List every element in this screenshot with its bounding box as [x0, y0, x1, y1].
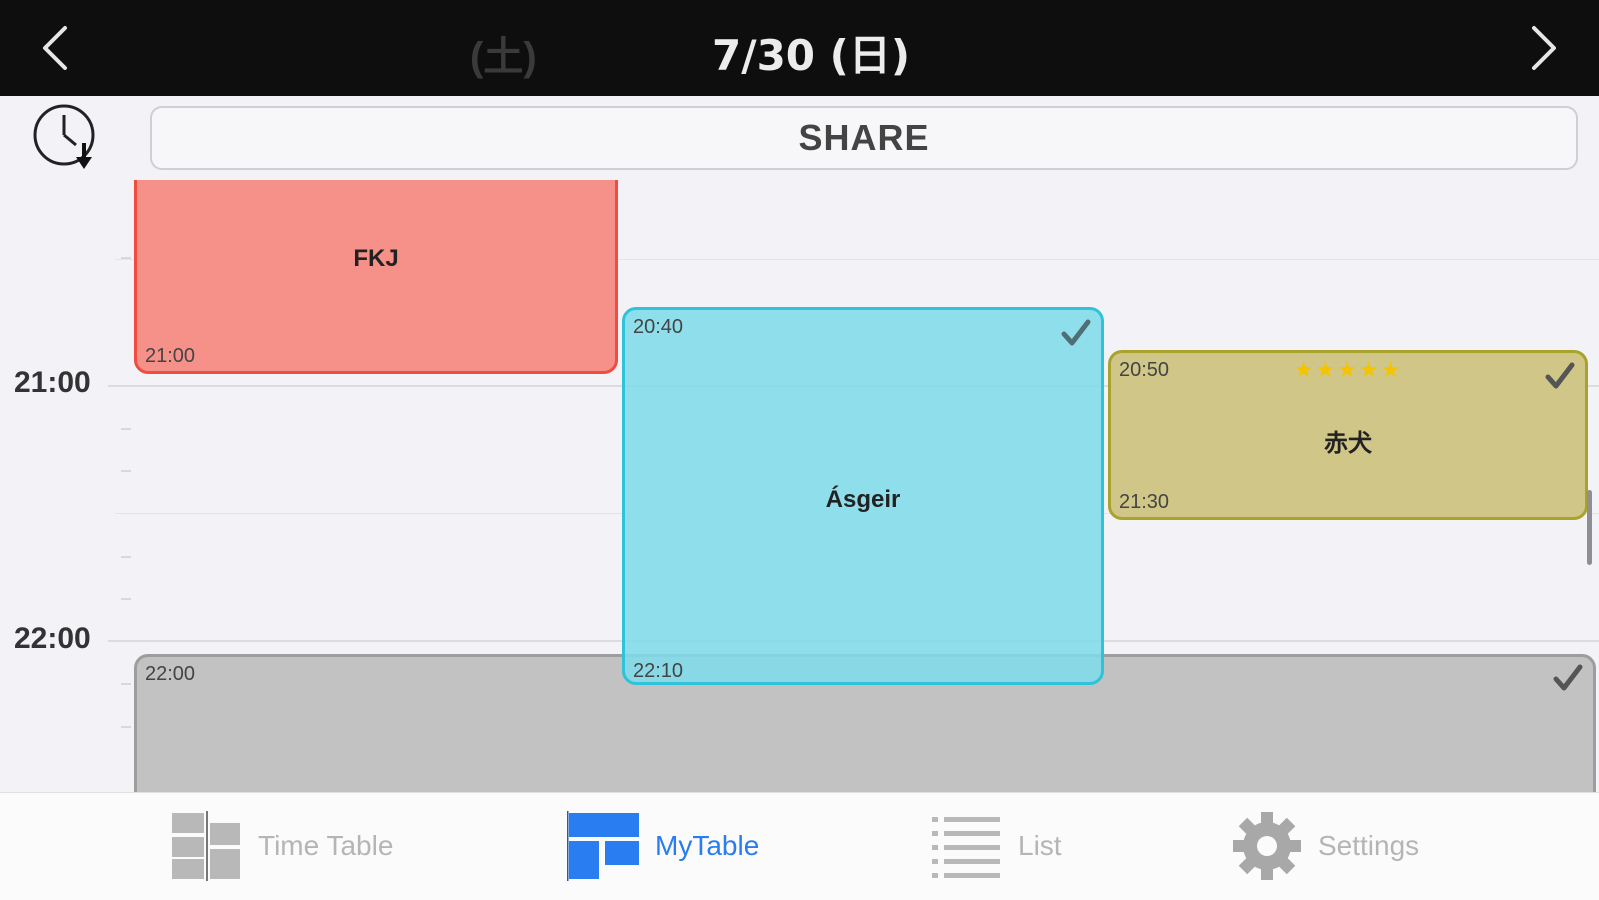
- tick-mark: [121, 428, 131, 430]
- tick-mark: [121, 726, 131, 728]
- event-start-time: 20:40: [633, 316, 684, 338]
- timetable-icon: [172, 811, 240, 881]
- tick-mark: [121, 683, 131, 685]
- event-start-time: 22:00: [145, 663, 196, 685]
- tick-mark: [121, 470, 131, 472]
- share-button[interactable]: SHARE: [150, 106, 1578, 170]
- tab-label: MyTable: [655, 830, 760, 861]
- clock-download-button[interactable]: [32, 103, 102, 173]
- tab-bar: Time Table MyTable List Settings: [0, 792, 1599, 900]
- tab-list[interactable]: List: [930, 811, 1062, 881]
- tick-mark: [121, 257, 131, 259]
- chevron-left-icon: [43, 26, 67, 70]
- page-title: 7/30 (日): [712, 31, 911, 80]
- check-icon: [1553, 664, 1583, 691]
- event-end-time: 21:00: [145, 345, 196, 367]
- tick-mark: [121, 556, 131, 558]
- list-icon: [932, 817, 1000, 878]
- event-name: FKJ: [353, 245, 399, 272]
- rating-stars: ★★★★★: [1293, 357, 1403, 382]
- mytable-screen: (土) 7/30 (日) SHARE 21:00 22:00 22:00 FKJ…: [0, 0, 1599, 900]
- clock-download-icon: [33, 104, 95, 169]
- event-block-fkj[interactable]: FKJ 21:00: [134, 180, 618, 374]
- tab-label: List: [1018, 830, 1062, 861]
- hour-label: 22:00: [14, 622, 91, 655]
- timeline[interactable]: 21:00 22:00 22:00 FKJ 21:00 20:40 Ásgeir…: [0, 180, 1599, 792]
- event-block-akainu[interactable]: 20:50 ★★★★★ 赤犬 21:30: [1108, 350, 1588, 520]
- event-name: 赤犬: [1324, 429, 1372, 457]
- tab-label: Settings: [1318, 830, 1420, 861]
- tab-mytable[interactable]: MyTable: [567, 811, 759, 881]
- chevron-right-icon: [1532, 26, 1556, 70]
- check-icon: [1061, 319, 1091, 346]
- check-icon: [1545, 362, 1575, 389]
- event-name: Ásgeir: [825, 486, 901, 513]
- event-block-asgeir[interactable]: 20:40 Ásgeir 22:10: [622, 307, 1104, 685]
- event-end-time: 22:10: [633, 660, 684, 682]
- previous-day-label: (土): [470, 35, 537, 79]
- previous-day-button[interactable]: [34, 22, 74, 74]
- gear-icon: [1233, 812, 1301, 880]
- hour-label: 21:00: [14, 366, 91, 399]
- tab-settings[interactable]: Settings: [1230, 811, 1419, 881]
- top-navigation-bar: (土) 7/30 (日): [0, 0, 1599, 96]
- tab-label: Time Table: [258, 830, 394, 861]
- tab-time-table[interactable]: Time Table: [170, 811, 393, 881]
- tick-mark: [121, 598, 131, 600]
- event-end-time: 21:30: [1119, 491, 1170, 513]
- mytable-icon: [567, 811, 639, 881]
- next-day-button[interactable]: [1525, 22, 1565, 74]
- scroll-indicator[interactable]: [1587, 490, 1592, 565]
